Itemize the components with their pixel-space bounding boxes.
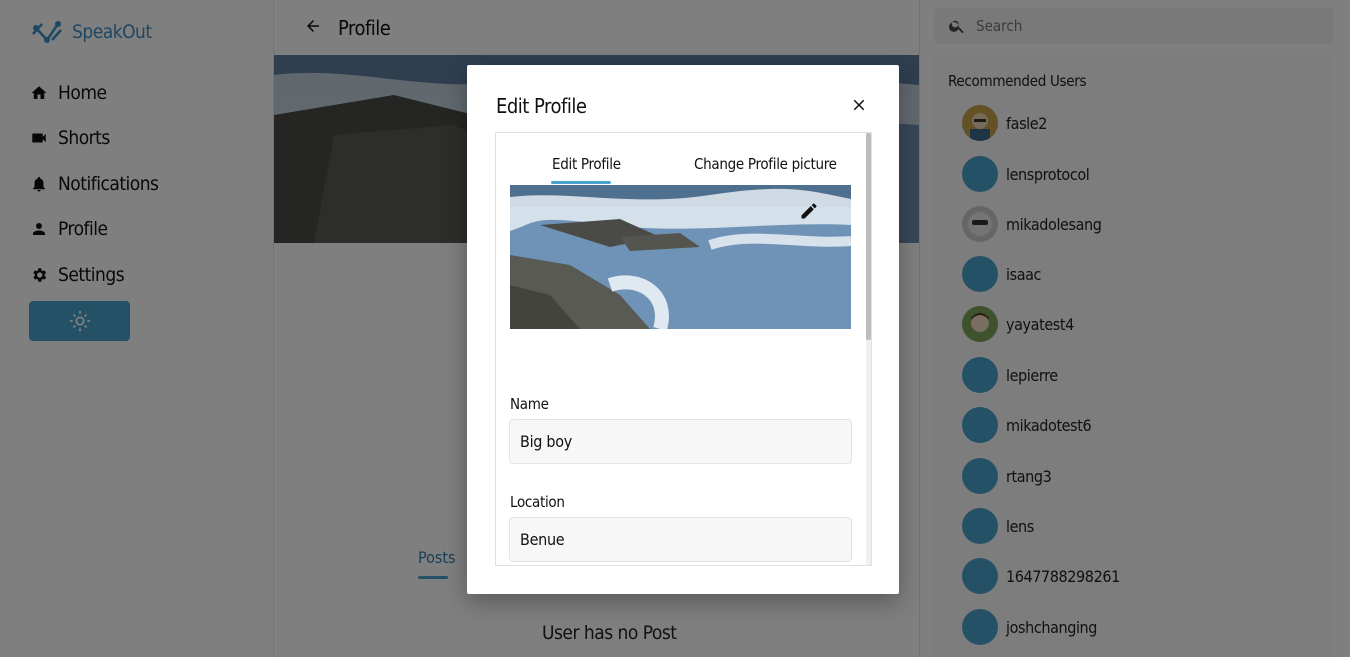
dialog-title: Edit Profile	[496, 94, 587, 118]
tab-change-profile-picture[interactable]: Change Profile picture	[694, 155, 837, 173]
close-button[interactable]	[848, 94, 870, 116]
pencil-icon	[801, 203, 817, 219]
scrollbar-thumb[interactable]	[866, 133, 871, 340]
edit-cover-button[interactable]	[796, 198, 822, 224]
edit-profile-dialog: Edit Profile Edit Profile Change Profile…	[467, 65, 899, 594]
dialog-body: Edit Profile Change Profile picture Name…	[495, 132, 872, 566]
dialog-scrollbar[interactable]	[866, 133, 871, 565]
name-field[interactable]	[509, 419, 852, 464]
location-field[interactable]	[509, 517, 852, 562]
active-tab-indicator	[551, 181, 611, 184]
name-label: Name	[510, 395, 549, 413]
tab-edit-profile[interactable]: Edit Profile	[552, 155, 621, 173]
location-label: Location	[510, 493, 565, 511]
close-icon	[853, 99, 865, 111]
